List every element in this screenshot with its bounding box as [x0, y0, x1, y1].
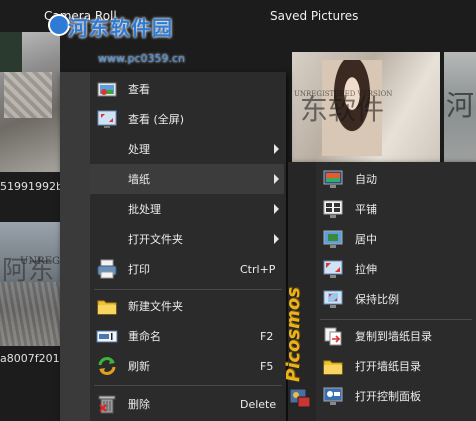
menu-item-label: 刷新: [128, 360, 150, 373]
menu-item-shortcut: Ctrl+P: [240, 262, 276, 276]
keep-ratio-icon: [323, 290, 343, 308]
menu-item-label: 查看 (全屏): [128, 113, 185, 126]
submenu-arrow-icon: [274, 174, 279, 184]
menu-item-label: 删除: [128, 398, 150, 411]
submenu-item-keep-ratio[interactable]: 保持比例: [288, 284, 476, 314]
menu-item-label: 打开文件夹: [128, 233, 183, 246]
thumbnail-label-2: a8007f201: [0, 352, 60, 365]
menu-item-new-folder[interactable]: 新建文件夹: [60, 291, 286, 321]
copy-to-wallpaper-folder-icon: [324, 327, 342, 346]
new-folder-icon: [97, 300, 117, 315]
menu-item-label: 重命名: [128, 330, 161, 343]
submenu-item-tile[interactable]: 平铺: [288, 194, 476, 224]
menu-item-label: 墙纸: [128, 173, 150, 186]
submenu-item-center[interactable]: 居中: [288, 224, 476, 254]
auto-wallpaper-icon: [323, 170, 343, 188]
menu-item-rename[interactable]: 重命名 F2: [60, 321, 286, 351]
app-brand-icon: [288, 385, 312, 409]
thumbnail-label-1: 51991992b: [0, 180, 63, 193]
submenu-item-label: 打开控制面板: [355, 390, 421, 403]
submenu-item-label: 复制到墙纸目录: [355, 330, 432, 343]
menu-item-refresh[interactable]: 刷新 F5: [60, 351, 286, 381]
menu-separator: [94, 385, 282, 386]
open-wallpaper-folder-icon: [323, 360, 343, 375]
context-menu: 查看 查看 (全屏) 处理 墙纸 批处理 打开文件夹 打印 Ctrl+P 新建文…: [60, 72, 286, 421]
rename-icon: [96, 330, 118, 343]
logo-text: 河东软件园: [68, 16, 173, 40]
menu-item-label: 新建文件夹: [128, 300, 183, 313]
submenu-item-label: 打开墙纸目录: [355, 360, 421, 373]
brand-vertical-text: Picosmos: [283, 287, 304, 382]
picosmos-logo-icon: [289, 388, 311, 408]
submenu-item-label: 平铺: [355, 203, 377, 216]
submenu-item-stretch[interactable]: 拉伸: [288, 254, 476, 284]
menu-item-delete[interactable]: 删除 Delete: [60, 389, 286, 419]
logo-url: www.pc0359.cn: [98, 52, 186, 65]
logo-mark-icon: [48, 14, 70, 36]
watermark-text: UNREGISTERED VERSION: [294, 90, 393, 98]
menu-item-label: 查看: [128, 83, 150, 96]
menu-item-label: 处理: [128, 143, 150, 156]
menu-item-shortcut: F2: [260, 329, 274, 343]
submenu-arrow-icon: [274, 234, 279, 244]
thumbnail-image-4[interactable]: 河: [444, 52, 476, 162]
folder-title-saved-pictures[interactable]: Saved Pictures: [270, 9, 358, 23]
center-wallpaper-icon: [323, 230, 343, 248]
menu-item-shortcut: Delete: [240, 397, 277, 411]
menu-item-label: 打印: [128, 263, 150, 276]
menu-item-label: 批处理: [128, 203, 161, 216]
menu-item-view[interactable]: 查看: [60, 74, 286, 104]
submenu-item-label: 保持比例: [355, 293, 399, 306]
site-watermark-logo: 河东软件园 www.pc0359.cn: [48, 12, 198, 68]
tile-wallpaper-icon: [323, 200, 343, 218]
watermark-text: 河: [446, 89, 475, 122]
thumbnail-image-3[interactable]: 东软件 UNREGISTERED VERSION: [292, 52, 440, 162]
menu-separator: [94, 289, 282, 290]
menu-item-shortcut: F5: [260, 359, 274, 373]
submenu-item-open-wallpaper-folder[interactable]: 打开墙纸目录: [288, 351, 476, 381]
control-panel-icon: [323, 387, 343, 405]
submenu-item-auto[interactable]: 自动: [288, 164, 476, 194]
menu-item-print[interactable]: 打印 Ctrl+P: [60, 254, 286, 284]
submenu-item-copy-to-wallpaper-folder[interactable]: 复制到墙纸目录: [288, 321, 476, 351]
stretch-wallpaper-icon: [323, 260, 343, 278]
menu-item-process[interactable]: 处理: [60, 134, 286, 164]
menu-item-wallpaper[interactable]: 墙纸: [90, 164, 284, 194]
fullscreen-view-icon: [97, 110, 117, 128]
submenu-arrow-icon: [274, 144, 279, 154]
submenu-separator: [320, 319, 472, 320]
menu-item-fullscreen-view[interactable]: 查看 (全屏): [60, 104, 286, 134]
menu-item-batch[interactable]: 批处理: [60, 194, 286, 224]
watermark-text: UNREGI: [20, 256, 64, 267]
view-icon: [97, 82, 117, 97]
wallpaper-submenu: 自动 平铺 居中 拉伸 保持比例 复制到墙纸目录 打开墙纸目录 打开控制面板: [288, 162, 476, 421]
refresh-icon: [98, 357, 116, 375]
submenu-arrow-icon: [274, 204, 279, 214]
submenu-item-label: 居中: [355, 233, 377, 246]
printer-icon: [97, 259, 117, 279]
menu-item-open-folder[interactable]: 打开文件夹: [60, 224, 286, 254]
submenu-item-label: 拉伸: [355, 263, 377, 276]
submenu-item-label: 自动: [355, 173, 377, 186]
submenu-item-control-panel[interactable]: 打开控制面板: [288, 381, 476, 411]
delete-icon: [98, 395, 116, 414]
